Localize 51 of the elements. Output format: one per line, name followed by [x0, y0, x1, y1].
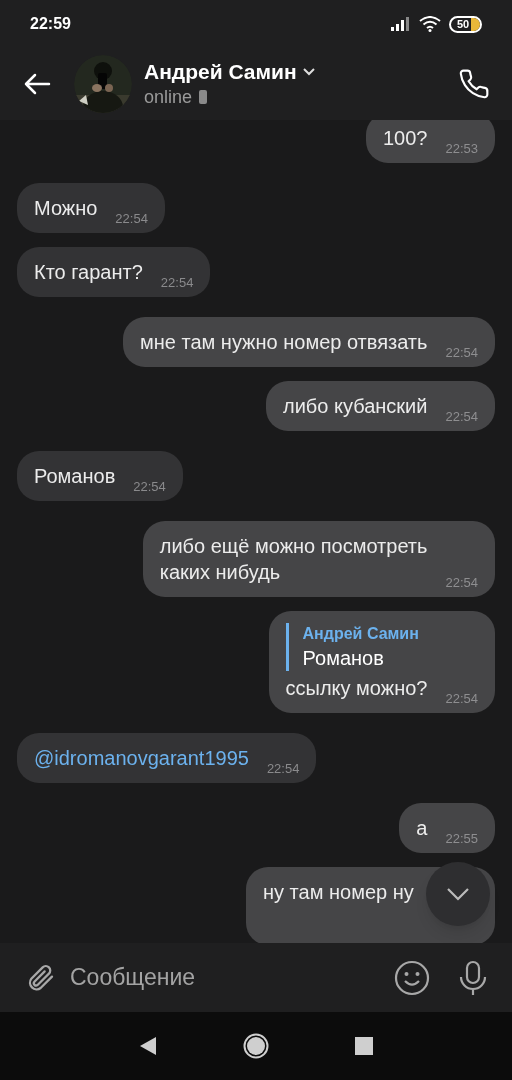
message-time: 22:54 [445, 691, 478, 707]
nav-back-icon[interactable] [139, 1036, 157, 1056]
contact-status: online [144, 86, 193, 109]
message-bubble[interactable]: либо кубанский 22:54 [266, 381, 495, 431]
battery-level: 50 [457, 18, 470, 30]
message-time: 22:54 [115, 211, 148, 227]
signal-icon [391, 17, 411, 31]
message-text: Можно [34, 196, 98, 221]
message-bubble[interactable]: Кто гарант? 22:54 [17, 247, 211, 297]
message-bubble[interactable]: либо ещё можно посмотреть каких нибудь 22:54 [142, 521, 495, 597]
message-bubble[interactable]: а 22:55 [399, 803, 495, 853]
message-text: ссылку можно? [285, 676, 428, 701]
contact-name: Андрей Самин [144, 59, 297, 85]
nav-home-icon[interactable] [243, 1033, 269, 1059]
microphone-icon[interactable] [458, 959, 488, 996]
message-time: 22:54 [266, 761, 300, 777]
message-text: ну там номер ну [263, 880, 414, 905]
emoji-icon[interactable] [394, 959, 430, 996]
message-time: 22:54 [445, 409, 478, 425]
message-text: а [416, 816, 428, 841]
chevron-down-icon [446, 887, 470, 901]
message-bubble[interactable]: мне там нужно номер отвязать 22:54 [123, 317, 495, 367]
message-text: либо ещё можно посмотреть каких нибудь [159, 534, 428, 585]
message-text: Кто гарант? [34, 260, 143, 285]
message-bubble[interactable]: @idromanovgarant1995 22:54 [17, 733, 317, 783]
message-text: Романов [34, 464, 116, 489]
wifi-icon [419, 16, 441, 32]
message-time: 22:54 [133, 479, 166, 495]
battery-fill [471, 17, 480, 31]
message-bubble[interactable]: Можно 22:54 [17, 183, 165, 233]
message-time: 22:54 [445, 575, 478, 591]
status-time: 22:59 [30, 14, 71, 34]
back-arrow-icon [23, 73, 51, 95]
phone-icon [458, 68, 490, 100]
message-time: 22:55 [445, 831, 478, 847]
message-time: 22:54 [445, 345, 478, 361]
message-text: либо кубанский [283, 394, 428, 419]
message-bubble[interactable]: Романов 22:54 [17, 451, 183, 501]
message-text: 100? [382, 126, 428, 151]
chevron-down-icon[interactable] [302, 68, 315, 76]
message-bar[interactable]: Сообщение [0, 943, 512, 1012]
message-text: мне там нужно номер отвязать [140, 330, 428, 355]
message-bubble[interactable]: Андрей Самин Романов ссылку можно? 22:54 [268, 611, 495, 713]
quoted-message[interactable]: Андрей Самин Романов [285, 623, 478, 671]
quote-author: Андрей Самин [302, 624, 420, 644]
phone-device-icon [198, 89, 209, 105]
message-time: 22:53 [445, 141, 478, 157]
mention-link[interactable]: @idromanovgarant1995 [34, 745, 249, 771]
quote-text: Романов [302, 646, 385, 671]
message-time: 22:54 [160, 275, 194, 291]
message-bubble[interactable]: 100? 22:53 [365, 120, 495, 163]
